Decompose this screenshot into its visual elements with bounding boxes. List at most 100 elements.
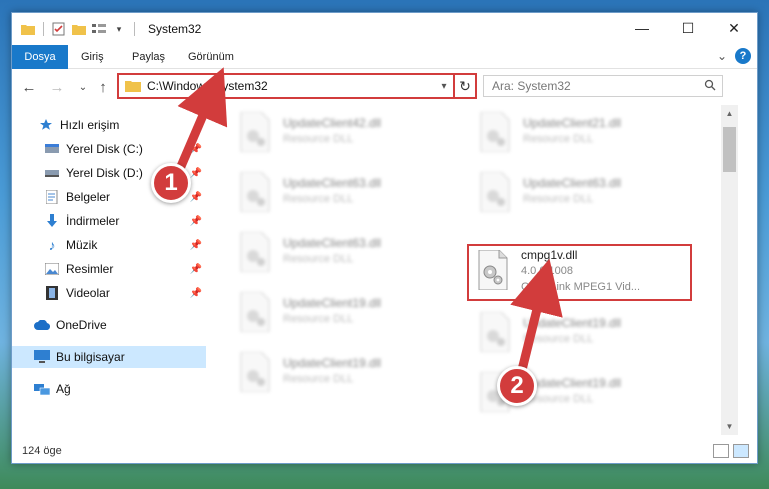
file-description: Resource DLL [523, 333, 594, 345]
pin-icon[interactable]: 📌 [190, 216, 202, 227]
list-item[interactable]: UpdateClient19.dll Resource DLL [473, 309, 693, 361]
list-item[interactable]: UpdateClient19.dll Resource DLL [233, 289, 453, 341]
sidebar-item-label: Resimler [66, 262, 114, 276]
item-count: 124 öge [22, 445, 62, 457]
help-icon[interactable]: ? [735, 48, 751, 64]
pin-icon[interactable]: 📌 [190, 264, 202, 275]
file-name: UpdateClient19.dll [283, 356, 382, 370]
navigation-pane: Hızlı erişim Yerel Disk (C:) 📌 Yerel Dis… [12, 105, 206, 435]
file-name: UpdateClient19.dll [283, 296, 382, 310]
pin-icon[interactable]: 📌 [190, 288, 202, 299]
list-item[interactable]: UpdateClient63.dll Resource DLL [473, 169, 693, 221]
file-description: Resource DLL [283, 193, 354, 205]
scroll-down-icon[interactable]: ▼ [721, 418, 738, 435]
tab-view[interactable]: Görünüm [188, 45, 234, 69]
details-view-icon[interactable] [713, 444, 729, 458]
sidebar-item-label: Hızlı erişim [60, 118, 120, 132]
dll-file-icon [473, 109, 517, 155]
customize-dropdown-icon[interactable]: ▾ [111, 21, 127, 37]
sidebar-item-label: İndirmeler [66, 214, 120, 228]
divider [43, 22, 44, 36]
sidebar-item-downloads[interactable]: İndirmeler 📌 [12, 210, 206, 232]
new-folder-icon[interactable] [71, 21, 87, 37]
step-badge-1: 1 [151, 163, 191, 203]
music-icon: ♪ [48, 237, 56, 253]
file-description: Resource DLL [283, 253, 354, 265]
sidebar-item-label: Müzik [66, 238, 98, 252]
cloud-icon [34, 317, 50, 333]
up-button[interactable]: ↑ [94, 78, 112, 96]
dll-file-icon [233, 109, 277, 155]
expand-ribbon-icon[interactable]: ⌄ [717, 49, 727, 63]
address-dropdown-icon[interactable]: ▾ [435, 81, 453, 92]
sidebar-item-label: Yerel Disk (C:) [66, 142, 143, 156]
list-item[interactable]: UpdateClient42.dll Resource DLL [233, 109, 453, 161]
file-name: UpdateClient19.dll [523, 316, 622, 330]
network-icon [34, 381, 50, 397]
window-controls: — ☐ ✕ [619, 13, 757, 43]
sidebar-item-onedrive[interactable]: OneDrive [12, 314, 206, 336]
scroll-thumb[interactable] [723, 127, 736, 172]
sidebar-item-videos[interactable]: Videolar 📌 [12, 282, 206, 304]
search-input[interactable]: Ara: System32 [492, 79, 698, 93]
file-description: Resource DLL [523, 133, 594, 145]
pin-icon[interactable]: 📌 [190, 144, 202, 155]
maximize-button[interactable]: ☐ [665, 13, 711, 43]
recent-locations-button[interactable]: ⌄ [74, 78, 92, 96]
minimize-button[interactable]: — [619, 13, 665, 43]
file-description: Resource DLL [283, 313, 354, 325]
dll-file-icon [233, 229, 277, 275]
pin-icon[interactable]: 📌 [190, 240, 202, 251]
pin-icon[interactable]: 📌 [190, 168, 202, 179]
file-description: Resource DLL [283, 373, 354, 385]
file-name: UpdateClient63.dll [283, 236, 382, 250]
dll-file-icon [233, 289, 277, 335]
dll-file-icon [473, 169, 517, 215]
sidebar-item-label: Videolar [66, 286, 110, 300]
list-item[interactable]: UpdateClient63.dll Resource DLL [233, 229, 453, 281]
ribbon-tabs: Dosya Giriş Paylaş Görünüm ⌄ ? [12, 45, 757, 69]
step-badge-2: 2 [497, 366, 537, 406]
address-bar[interactable]: C:\Windows\System32 ▾ ↻ [117, 73, 477, 99]
file-name: UpdateClient63.dll [283, 176, 382, 190]
list-item[interactable]: UpdateClient21.dll Resource DLL [473, 109, 693, 161]
sidebar-item-quick-access[interactable]: Hızlı erişim [12, 114, 206, 136]
tab-file[interactable]: Dosya [12, 45, 68, 69]
pin-icon[interactable]: 📌 [190, 192, 202, 203]
file-description: Resource DLL [523, 193, 594, 205]
list-item[interactable]: UpdateClient63.dll Resource DLL [233, 169, 453, 221]
properties-icon[interactable] [51, 21, 67, 37]
quick-access-toolbar: ▾ [20, 21, 138, 37]
sidebar-item-this-pc[interactable]: Bu bilgisayar [12, 346, 206, 368]
refresh-icon[interactable]: ↻ [453, 75, 475, 97]
close-button[interactable]: ✕ [711, 13, 757, 43]
forward-button[interactable]: → [48, 78, 66, 96]
scroll-up-icon[interactable]: ▲ [721, 105, 738, 122]
large-icons-view-icon[interactable] [733, 444, 749, 458]
divider [134, 22, 135, 36]
file-list: UpdateClient42.dll Resource DLL UpdateCli… [207, 105, 721, 435]
folder-icon[interactable] [20, 21, 36, 37]
sidebar-item-drive-c[interactable]: Yerel Disk (C:) 📌 [12, 138, 206, 160]
list-item[interactable]: UpdateClient19.dll Resource DLL [233, 349, 453, 401]
sidebar-item-label: Yerel Disk (D:) [66, 166, 143, 180]
sidebar-item-music[interactable]: ♪ Müzik 📌 [12, 234, 206, 256]
back-button[interactable]: ← [20, 78, 38, 96]
search-box[interactable]: Ara: System32 [483, 75, 723, 97]
pictures-icon [44, 261, 60, 277]
documents-icon [44, 189, 60, 205]
view-switcher [713, 444, 749, 458]
vertical-scrollbar[interactable]: ▲ ▼ [721, 105, 738, 435]
folder-icon [125, 81, 141, 92]
tab-share[interactable]: Paylaş [132, 45, 165, 69]
sidebar-item-label: Bu bilgisayar [56, 350, 125, 364]
ribbon-right: ⌄ ? [717, 48, 751, 64]
view-icon[interactable] [91, 21, 107, 37]
sidebar-item-network[interactable]: Ağ [12, 378, 206, 400]
tab-home[interactable]: Giriş [81, 45, 104, 69]
video-icon [44, 285, 60, 301]
drive-icon [44, 141, 60, 157]
sidebar-item-pictures[interactable]: Resimler 📌 [12, 258, 206, 280]
star-icon [38, 117, 54, 133]
file-name: UpdateClient63.dll [523, 176, 622, 190]
